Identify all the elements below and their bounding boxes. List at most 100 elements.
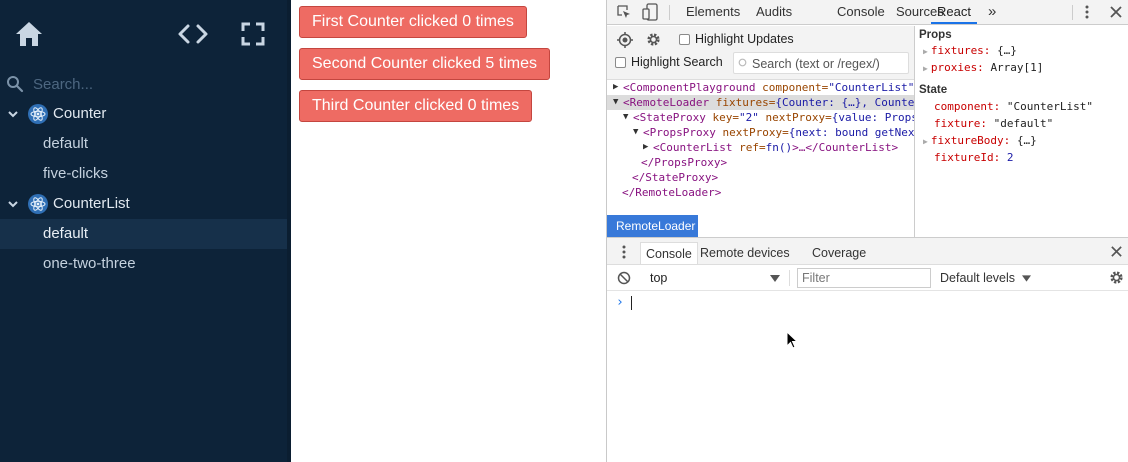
react-logo-icon [28,104,48,124]
tree-item-label: Counter [53,105,107,122]
close-icon[interactable] [1110,245,1123,258]
attr-name: nextProxy= [758,111,832,124]
inspect-element-icon[interactable] [616,4,632,20]
tree-component-counter[interactable]: Counter [0,99,287,129]
prop-fixtures[interactable]: ▶ fixtures: {…} [923,43,1017,58]
chevron-down-icon [8,111,18,118]
state-key: fixture: [934,117,987,130]
props-heading: Props [919,29,952,41]
collapse-triangle-icon[interactable]: ▼ [633,125,638,140]
tree-fixture-one-two-three[interactable]: one-two-three [0,249,287,279]
selected-component-breadcrumb[interactable]: RemoteLoader [607,215,698,237]
collapse-triangle-icon[interactable]: ▼ [623,110,628,125]
tree-component-counterlist[interactable]: CounterList [0,189,287,219]
gear-icon[interactable] [646,32,661,47]
tree-fixture-five-clicks[interactable]: five-clicks [0,159,287,189]
fullscreen-icon[interactable] [240,21,266,47]
tab-elements[interactable]: Elements [680,0,746,24]
state-key: fixtureId: [934,151,1001,164]
tree-node-componentplayground[interactable]: ▶ <ComponentPlayground component="Counte… [607,80,914,95]
react-search-input[interactable] [752,55,906,72]
target-icon[interactable] [617,32,633,48]
drawer-tab-coverage[interactable]: Coverage [807,242,871,264]
tree-node-counterlist[interactable]: ▶ <CounterList ref=fn()>…</CounterList> [607,140,914,155]
tree-fixture-default-selected[interactable]: default [0,219,287,249]
tag-close: </StateProxy> [632,171,719,184]
react-component-tree: ▶ <ComponentPlayground component="Counte… [607,80,914,214]
second-counter-button[interactable]: Second Counter clicked 5 times [299,48,550,80]
expand-triangle-icon[interactable]: ▶ [643,140,648,155]
prop-value: Array[1] [990,61,1044,74]
expand-triangle-icon[interactable]: ▶ [923,137,928,146]
tab-react[interactable]: React [931,0,977,24]
react-toolbar: Highlight Updates Highlight Search [607,26,914,80]
toolbar-divider [669,5,670,20]
search-icon [7,76,24,93]
more-tabs-button[interactable]: » [982,0,1002,24]
tag-close: </PropsProxy> [641,156,728,169]
code-icon[interactable] [176,22,210,46]
log-levels-dropdown[interactable]: Default levels [940,269,1031,287]
tree-item-label: default [43,225,89,242]
react-logo-icon [28,194,48,214]
tag-name: <CounterList [653,141,733,154]
state-component[interactable]: component: "CounterList" [934,99,1093,114]
clear-console-icon[interactable] [617,271,631,285]
state-key: fixtureBody: [930,134,1011,147]
attr-value: {next: bound getNex [788,126,914,139]
attr-value: {value: Props [831,111,914,124]
context-selector[interactable]: top [650,269,812,287]
kebab-menu-icon[interactable] [620,244,628,260]
state-value: 2 [1006,151,1014,164]
state-fixtureid[interactable]: fixtureId: 2 [934,150,1013,165]
device-toolbar-icon[interactable] [642,3,658,21]
attr-value: "2" [738,111,759,124]
first-counter-button[interactable]: First Counter clicked 0 times [299,6,527,38]
chevron-down-icon [8,201,18,208]
tree-item-label: CounterList [53,195,130,212]
tag-name: <StateProxy [633,111,706,124]
tree-node-remoteloader[interactable]: ▼ <RemoteLoader fixtures={Counter: {…}, … [607,95,914,110]
search-input[interactable] [33,73,273,95]
search-icon [738,58,747,67]
expand-triangle-icon[interactable]: ▶ [923,64,928,73]
kebab-menu-icon[interactable] [1083,4,1091,20]
state-value: "CounterList" [1006,100,1093,113]
expand-triangle-icon[interactable]: ▶ [613,80,618,95]
highlight-search-label: Highlight Search [631,55,723,69]
tab-audits[interactable]: Audits [750,0,798,24]
tree-node-remoteloader-close[interactable]: </RemoteLoader> [607,185,914,200]
filter-input[interactable] [802,270,926,286]
close-icon[interactable] [1109,5,1123,19]
react-search-box [733,52,909,74]
tree-node-propsproxy-close[interactable]: </PropsProxy> [607,155,914,170]
highlight-updates-checkbox[interactable] [679,34,690,45]
attr-name: fixtures= [709,96,776,109]
state-value: "default" [993,117,1054,130]
tag-name: <RemoteLoader [623,96,710,109]
state-fixturebody[interactable]: ▶ fixtureBody: {…} [923,133,1037,148]
attr-name: ref= [732,141,766,154]
state-fixture[interactable]: fixture: "default" [934,116,1053,131]
prop-key: proxies: [930,61,984,74]
tree-node-stateproxy-close[interactable]: </StateProxy> [607,170,914,185]
home-icon[interactable] [14,20,44,48]
expand-triangle-icon[interactable]: ▶ [923,47,928,56]
third-counter-button[interactable]: Third Counter clicked 0 times [299,90,533,122]
prop-proxies[interactable]: ▶ proxies: Array[1] [923,60,1043,75]
drawer-tab-console[interactable]: Console [640,242,698,264]
attr-name: nextProxy= [715,126,789,139]
console-input-caret[interactable] [631,296,632,310]
console-filter [797,268,931,288]
tree-fixture-default[interactable]: default [0,129,287,159]
tree-item-label: one-two-three [43,255,136,272]
drawer-tab-remote-devices[interactable]: Remote devices [695,242,795,264]
highlight-search-checkbox[interactable] [615,57,626,68]
tree-node-propsproxy[interactable]: ▼ <PropsProxy nextProxy={next: bound get… [607,125,914,140]
tree-item-label: default [43,135,89,152]
tab-console[interactable]: Console [831,0,891,24]
collapse-triangle-icon[interactable]: ▼ [613,95,618,110]
tree-node-stateproxy[interactable]: ▼ <StateProxy key="2" nextProxy={value: … [607,110,914,125]
tree-item-label: five-clicks [43,165,109,182]
gear-icon[interactable] [1109,270,1124,285]
